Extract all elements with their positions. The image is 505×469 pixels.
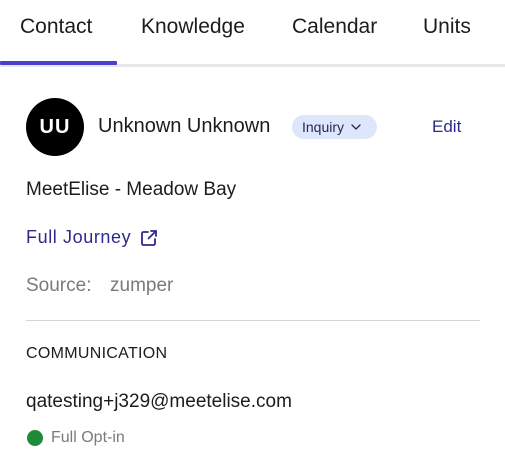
status-badge[interactable]: Inquiry	[292, 115, 377, 139]
chevron-down-icon	[351, 124, 361, 130]
external-link-icon	[139, 228, 159, 248]
tab-bar: Contact Knowledge Calendar Units	[0, 0, 505, 67]
opt-in-status: Full Opt-in	[27, 429, 125, 447]
contact-email: qatesting+j329@meetelise.com	[26, 391, 292, 412]
communication-heading: COMMUNICATION	[26, 345, 168, 362]
divider	[26, 320, 480, 321]
active-tab-indicator	[0, 61, 117, 65]
organization-name: MeetElise - Meadow Bay	[26, 179, 237, 200]
contact-name: Unknown Unknown	[98, 115, 271, 137]
avatar-initials: UU	[39, 115, 71, 138]
full-journey-link[interactable]: Full Journey	[26, 227, 159, 248]
tab-knowledge[interactable]: Knowledge	[141, 15, 245, 39]
status-badge-label: Inquiry	[302, 119, 345, 135]
avatar: UU	[26, 98, 84, 156]
status-dot-icon	[27, 430, 43, 446]
tab-calendar[interactable]: Calendar	[292, 15, 377, 39]
opt-in-label: Full Opt-in	[51, 429, 125, 446]
edit-button[interactable]: Edit	[432, 117, 461, 137]
source-label: Source:	[26, 275, 92, 296]
full-journey-label: Full Journey	[26, 227, 132, 247]
source-value: zumper	[110, 275, 174, 296]
tab-units[interactable]: Units	[423, 15, 471, 39]
tab-contact[interactable]: Contact	[20, 15, 92, 39]
